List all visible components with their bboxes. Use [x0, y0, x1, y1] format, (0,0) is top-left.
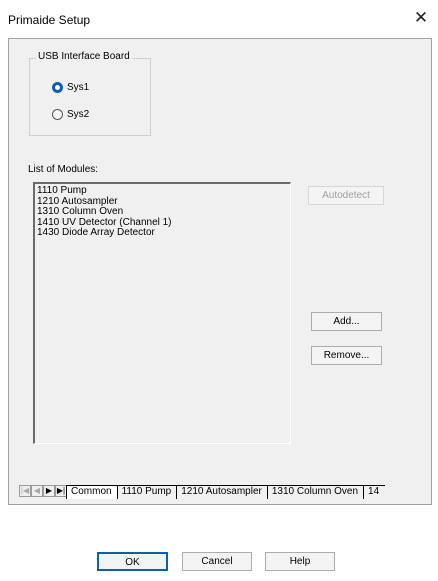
radio-selected-icon[interactable]	[52, 82, 63, 93]
prev-tab-icon[interactable]: ◀	[31, 485, 43, 497]
first-tab-icon[interactable]: |◀	[19, 485, 31, 497]
cancel-button[interactable]: Cancel	[182, 552, 252, 571]
window-title: Primaide Setup	[8, 13, 91, 27]
settings-panel: USB Interface Board Sys1 Sys2 List of Mo…	[8, 38, 432, 505]
tab-1110-pump[interactable]: 1110 Pump	[116, 485, 178, 499]
usb-group-label: USB Interface Board	[36, 51, 132, 62]
tab-common[interactable]: Common	[66, 485, 118, 499]
list-item[interactable]: 1110 Pump	[37, 185, 288, 197]
remove-label: Remove...	[323, 350, 370, 361]
title-bar: Primaide Setup ✕	[0, 0, 438, 38]
add-button[interactable]: Add...	[311, 312, 382, 331]
usb-interface-group: USB Interface Board Sys1 Sys2	[29, 51, 151, 136]
cancel-label: Cancel	[201, 556, 233, 567]
autodetect-label: Autodetect	[322, 190, 370, 201]
tab-14-truncated[interactable]: 14	[363, 485, 386, 499]
help-label: Help	[289, 556, 311, 567]
close-icon[interactable]: ✕	[410, 7, 432, 29]
remove-button[interactable]: Remove...	[311, 346, 382, 365]
module-tabstrip: |◀ ◀ ▶ ▶| Common 1110 Pump 1210 Autosampler 131…	[19, 485, 426, 499]
radio-sys2-label: Sys2	[67, 109, 90, 120]
list-item[interactable]: 1310 Column Oven	[37, 206, 288, 218]
add-label: Add...	[333, 316, 360, 327]
modules-listbox[interactable]: 1110 Pump 1210 Autosampler 1310 Column O…	[33, 182, 291, 444]
list-item[interactable]: 1430 Diode Array Detector	[37, 227, 288, 239]
autodetect-button[interactable]: Autodetect	[308, 186, 384, 205]
radio-sys1[interactable]: Sys1	[52, 82, 89, 93]
help-button[interactable]: Help	[265, 552, 335, 571]
modules-list-label: List of Modules:	[28, 164, 99, 175]
tab-1210-autosampler[interactable]: 1210 Autosampler	[176, 485, 268, 499]
next-tab-icon[interactable]: ▶	[43, 485, 55, 497]
tab-1310-column-oven[interactable]: 1310 Column Oven	[266, 485, 365, 499]
radio-unselected-icon[interactable]	[52, 109, 63, 120]
ok-button[interactable]: OK	[97, 552, 168, 571]
radio-sys2[interactable]: Sys2	[52, 109, 89, 120]
ok-label: OK	[125, 557, 140, 568]
radio-sys1-label: Sys1	[67, 82, 90, 93]
